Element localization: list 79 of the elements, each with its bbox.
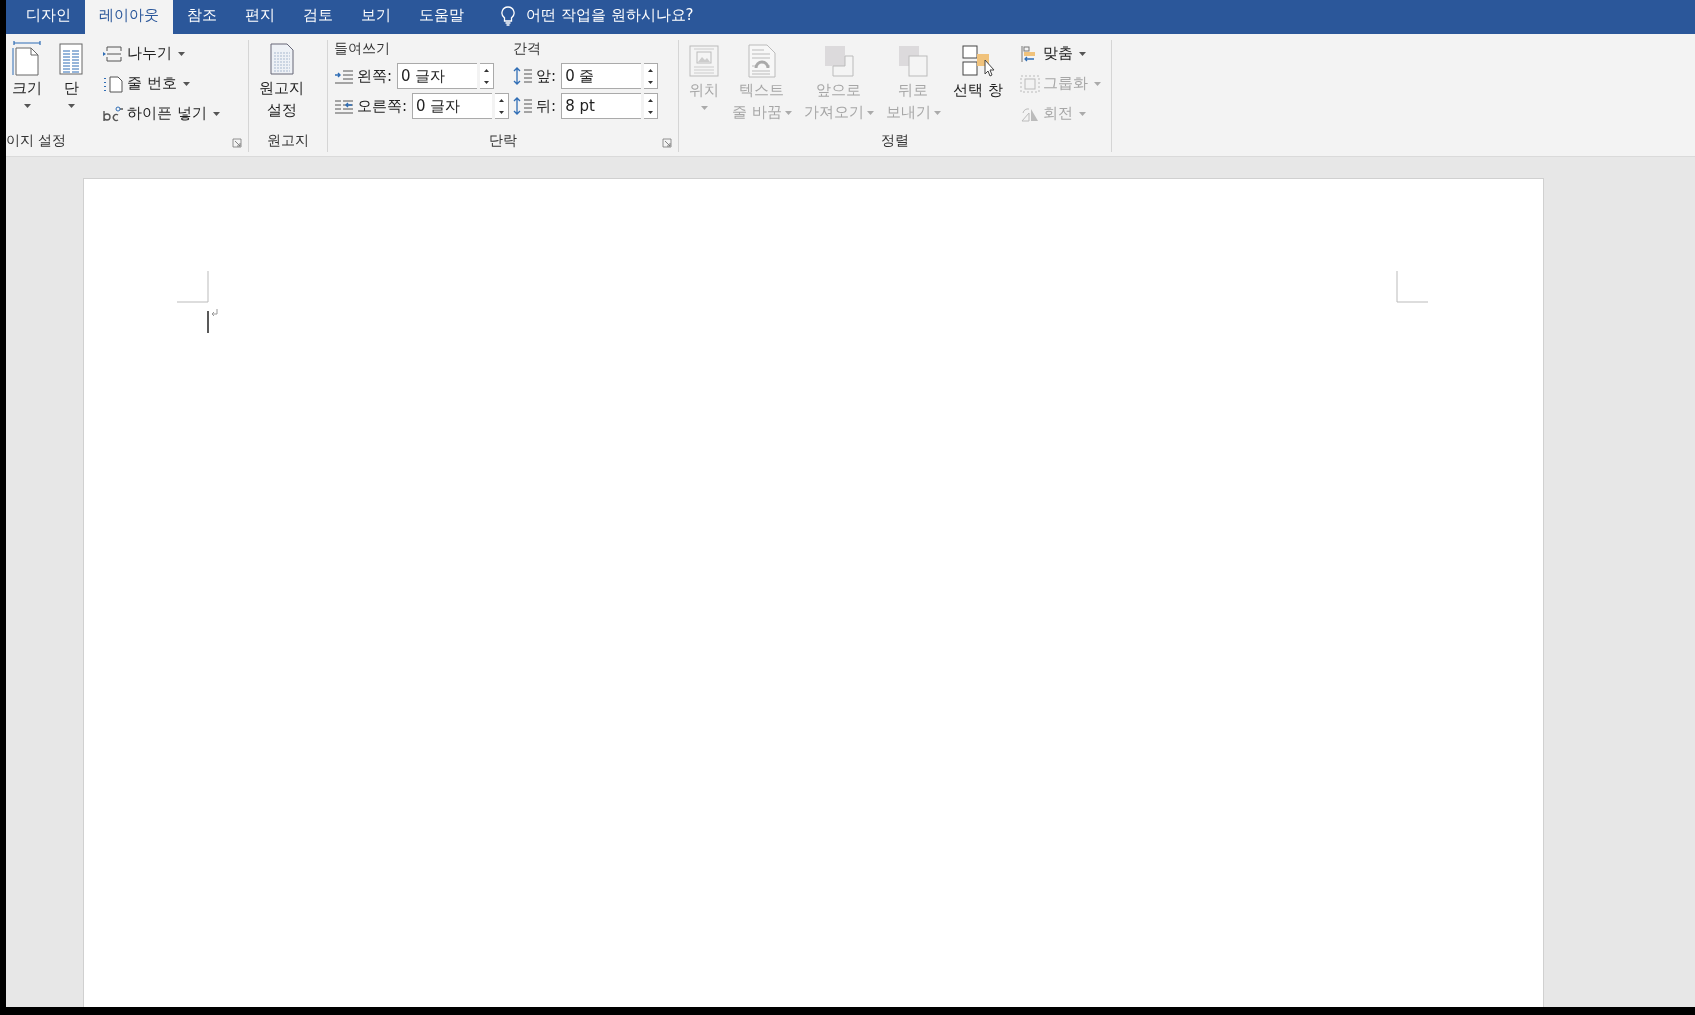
- breaks-icon: [102, 44, 124, 63]
- position-icon: [688, 44, 720, 78]
- spin-down-button[interactable]: [495, 106, 510, 119]
- caret-icon: [1093, 81, 1101, 86]
- section-label: 들여쓰기: [334, 40, 391, 58]
- spin-down-button[interactable]: [480, 76, 495, 89]
- spin-down-button[interactable]: [644, 106, 659, 119]
- dialog-launcher-icon[interactable]: [662, 138, 672, 148]
- up-caret-icon: [499, 98, 505, 102]
- caret-icon: [933, 110, 941, 115]
- dialog-launcher-icon[interactable]: [232, 138, 242, 148]
- margin-corner-mark: [1396, 271, 1428, 303]
- number-field[interactable]: 0 글자: [412, 93, 493, 119]
- field-label: 왼쪽:: [357, 66, 393, 86]
- ribbon-button[interactable]: 선택 창: [949, 40, 1006, 130]
- selection-pane-icon: [960, 44, 995, 78]
- tell-me-field[interactable]: 어떤 작업을 원하시나요?: [526, 6, 694, 34]
- spacing-icon: [513, 97, 534, 115]
- ribbon-tab[interactable]: 도움말: [405, 0, 478, 34]
- spin-up-button[interactable]: [495, 93, 510, 106]
- lightbulb-icon: [500, 6, 516, 26]
- caret-icon: [23, 104, 31, 108]
- ribbon-button[interactable]: 원고지 설정: [255, 40, 308, 130]
- spin-up-button[interactable]: [480, 63, 495, 76]
- columns-icon: [58, 40, 84, 76]
- number-field[interactable]: 8 pt: [561, 93, 642, 119]
- bring-forward-icon: [822, 44, 855, 78]
- caret-icon: [784, 110, 792, 115]
- field-label: 뒤:: [536, 96, 557, 116]
- indent-icon: [334, 98, 354, 114]
- ribbon-button[interactable]: 크기: [6, 40, 48, 130]
- field-label: 앞:: [536, 66, 557, 86]
- caret-icon: [1078, 51, 1086, 56]
- down-caret-icon: [484, 80, 490, 84]
- ribbon-tab[interactable]: 편지: [231, 0, 289, 34]
- ribbon-button[interactable]: 줄 번호: [100, 70, 222, 97]
- group-label: 이지 설정: [6, 132, 67, 150]
- ribbon-tab[interactable]: 보기: [347, 0, 405, 34]
- down-caret-icon: [648, 80, 654, 84]
- caret-icon: [182, 81, 190, 86]
- down-caret-icon: [499, 110, 505, 114]
- number-field[interactable]: 0 글자: [397, 63, 478, 89]
- caret-icon: [1078, 111, 1086, 116]
- ribbon-button[interactable]: 하이픈 넣기: [100, 100, 222, 127]
- ribbon-tab[interactable]: 참조: [173, 0, 231, 34]
- spin-down-button[interactable]: [644, 76, 659, 89]
- ribbon-button[interactable]: 단: [54, 40, 88, 130]
- ribbon-tab[interactable]: 디자인: [12, 0, 85, 34]
- caret-icon: [866, 110, 874, 115]
- send-backward-icon: [897, 44, 930, 78]
- group-objects-icon: [1019, 74, 1040, 93]
- down-caret-icon: [648, 110, 654, 114]
- indent-icon: [334, 68, 354, 84]
- ribbon-tab[interactable]: 레이아웃: [85, 0, 173, 34]
- hyphenation-icon: [102, 104, 124, 123]
- group-label: 원고지: [267, 132, 309, 150]
- ribbon-tab[interactable]: 검토: [289, 0, 347, 34]
- spin-up-button[interactable]: [644, 93, 659, 106]
- field-label: 오른쪽:: [357, 96, 408, 116]
- up-caret-icon: [484, 68, 490, 72]
- line-numbers-icon: [102, 74, 124, 93]
- up-caret-icon: [648, 68, 654, 72]
- section-label: 간격: [513, 40, 543, 58]
- number-field[interactable]: 0 줄: [561, 63, 642, 89]
- spin-up-button[interactable]: [644, 63, 659, 76]
- group-label: 단락: [489, 132, 517, 150]
- page-size-icon: [10, 40, 44, 76]
- ribbon-button[interactable]: 맞춤: [1017, 40, 1103, 67]
- caret-icon: [700, 106, 708, 110]
- group-label: 정렬: [881, 132, 909, 150]
- text-wrap-icon: [745, 44, 778, 78]
- margin-corner-mark: [177, 271, 209, 303]
- manuscript-page-icon: [267, 42, 296, 76]
- ribbon-button[interactable]: 나누기: [100, 40, 222, 67]
- spacing-icon: [513, 67, 534, 85]
- caret-icon: [212, 111, 220, 116]
- up-caret-icon: [648, 98, 654, 102]
- caret-icon: [178, 51, 185, 56]
- caret-icon: [67, 104, 75, 108]
